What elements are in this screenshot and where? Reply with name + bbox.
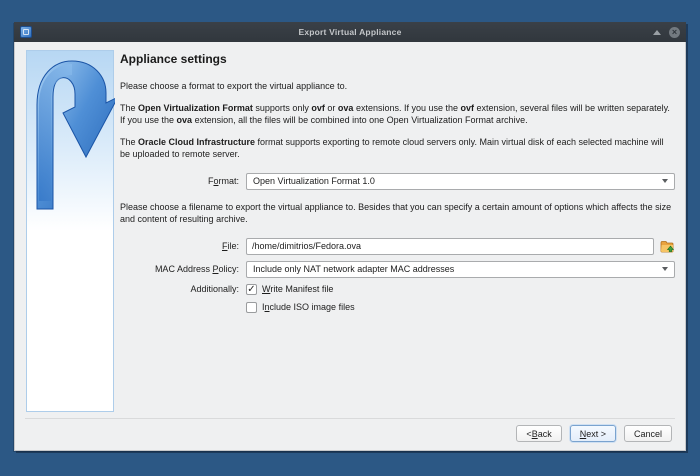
desktop: { "colors": { "desktop_bg": "#2c5885", "… <box>0 0 700 476</box>
window-title: Export Virtual Appliance <box>14 27 686 37</box>
include-iso-label[interactable]: Include ISO image files <box>262 302 355 312</box>
oci-format-description: The Oracle Cloud Infrastructure format s… <box>120 136 673 161</box>
format-value: Open Virtualization Format 1.0 <box>253 176 375 186</box>
dialog-body: Appliance settings Please choose a forma… <box>14 42 686 451</box>
include-iso-checkbox[interactable] <box>246 302 257 313</box>
back-button[interactable]: < Back <box>516 425 561 442</box>
write-manifest-label[interactable]: Write Manifest file <box>262 284 333 294</box>
chevron-down-icon <box>662 267 668 271</box>
filename-description: Please choose a filename to export the v… <box>120 201 673 226</box>
wizard-image-panel <box>26 50 114 412</box>
mac-address-policy-combobox[interactable]: Include only NAT network adapter MAC add… <box>246 261 675 278</box>
export-appliance-dialog: Export Virtual Appliance × <box>14 22 686 451</box>
close-icon[interactable]: × <box>669 27 680 38</box>
titlebar[interactable]: Export Virtual Appliance × <box>14 22 686 42</box>
wizard-content: Appliance settings Please choose a forma… <box>118 50 675 320</box>
export-arrow-graphic <box>27 51 115 231</box>
folder-icon <box>660 240 674 253</box>
shade-icon[interactable] <box>653 30 661 35</box>
intro-text: Please choose a format to export the vir… <box>120 80 673 93</box>
next-button[interactable]: Next > <box>570 425 616 442</box>
footer-separator <box>25 418 675 419</box>
file-label: File: <box>118 241 246 251</box>
virtualbox-icon <box>20 26 32 38</box>
mac-address-policy-value: Include only NAT network adapter MAC add… <box>253 264 454 274</box>
chevron-down-icon <box>662 179 668 183</box>
format-combobox[interactable]: Open Virtualization Format 1.0 <box>246 173 675 190</box>
format-label: Format: <box>118 176 246 186</box>
choose-file-button[interactable] <box>658 238 675 255</box>
page-title: Appliance settings <box>120 52 675 66</box>
mac-address-policy-label: MAC Address Policy: <box>118 264 246 274</box>
button-bar: < Back Next > Cancel <box>516 425 672 442</box>
write-manifest-checkbox[interactable]: ✓ <box>246 284 257 295</box>
ovf-format-description: The Open Virtualization Format supports … <box>120 102 673 127</box>
additionally-label: Additionally: <box>118 284 246 294</box>
cancel-button[interactable]: Cancel <box>624 425 672 442</box>
file-path-input[interactable] <box>246 238 654 255</box>
